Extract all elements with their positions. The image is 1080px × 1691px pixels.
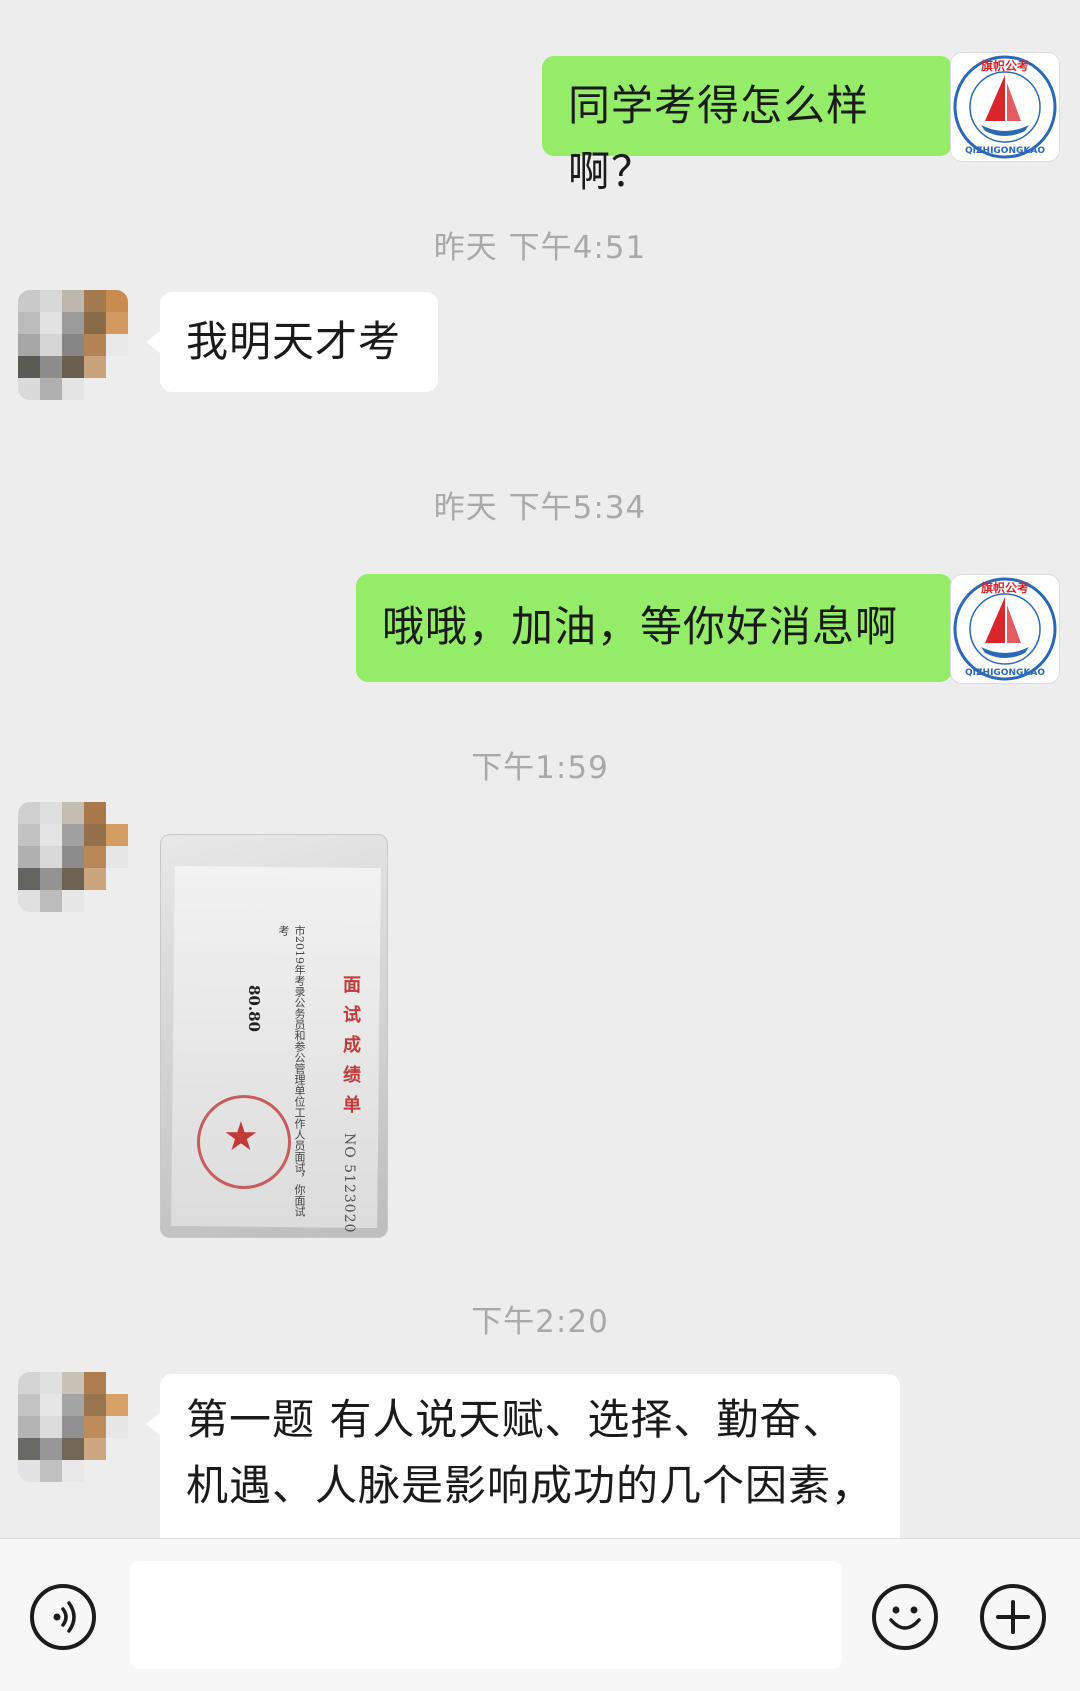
timestamp: 昨天 下午5:34	[433, 490, 647, 526]
chat-area[interactable]: 同学考得怎么样啊？ 旗帜公考 QIZHIGONGKAO 昨天 下午4:51 我明…	[0, 0, 1080, 1538]
message-row-other: 面试成绩单 NO 5123020 市2019年考录公务员和参公管理单位工作人员面…	[0, 802, 1080, 1238]
qizhi-logo-icon: 旗帜公考 QIZHIGONGKAO	[953, 55, 1057, 159]
message-bubble-self[interactable]: 同学考得怎么样啊？	[542, 56, 966, 196]
timestamp: 昨天 下午4:51	[433, 230, 647, 266]
message-text: 我明天才考	[186, 317, 402, 366]
score-sheet-score: 80.80	[245, 985, 263, 1032]
qizhi-logo-icon: 旗帜公考 QIZHIGONGKAO	[953, 577, 1057, 681]
self-avatar[interactable]: 旗帜公考 QIZHIGONGKAO	[950, 574, 1060, 684]
emoji-icon	[889, 1606, 921, 1630]
contact-avatar[interactable]	[18, 802, 128, 912]
message-bubble-other[interactable]: 第一题 有人说天赋、选择、勤奋、 机遇、人脉是影响成功的几个因素，	[146, 1374, 900, 1538]
message-text-line: 第一题 有人说天赋、选择、勤奋、	[186, 1395, 846, 1444]
message-bubble-self[interactable]: 哦哦，加油，等你好消息啊	[356, 574, 966, 682]
plus-icon	[996, 1600, 1030, 1634]
pixelated-avatar-image	[18, 1372, 128, 1482]
message-row-self: 哦哦，加油，等你好消息啊 旗帜公考 QIZHIGONGKAO	[0, 574, 1080, 689]
logo-top-text: 旗帜公考	[981, 580, 1029, 595]
contact-avatar[interactable]	[18, 290, 128, 400]
emoji-button[interactable]	[872, 1584, 938, 1650]
input-toolbar	[0, 1538, 1080, 1691]
message-text-line: 机遇、人脉是影响成功的几个因素，	[186, 1461, 875, 1510]
message-row-other: 我明天才考	[0, 290, 1080, 410]
pixelated-avatar-image	[18, 802, 128, 912]
logo-top-text: 旗帜公考	[981, 58, 1029, 73]
seal-star-icon: ★	[223, 1114, 259, 1160]
score-sheet-title: 面试成绩单	[340, 975, 361, 1125]
more-plus-button[interactable]	[980, 1584, 1046, 1650]
self-avatar[interactable]: 旗帜公考 QIZHIGONGKAO	[950, 52, 1060, 162]
logo-bottom-text: QIZHIGONGKAO	[965, 146, 1045, 156]
voice-button[interactable]	[30, 1584, 96, 1650]
timestamp: 下午1:59	[471, 750, 609, 786]
message-bubble-other[interactable]: 我明天才考	[146, 292, 438, 392]
score-sheet-number: NO 5123020	[341, 1133, 357, 1234]
message-text: 哦哦，加油，等你好消息啊	[382, 602, 899, 651]
logo-bottom-text: QIZHIGONGKAO	[965, 668, 1045, 678]
contact-avatar[interactable]	[18, 1372, 128, 1482]
message-text: 同学考得怎么样啊？	[568, 81, 870, 196]
pixelated-avatar-image	[18, 290, 128, 400]
message-row-other: 第一题 有人说天赋、选择、勤奋、 机遇、人脉是影响成功的几个因素，	[0, 1372, 1080, 1538]
voice-icon	[53, 1601, 76, 1633]
photo-message-score-sheet[interactable]: 面试成绩单 NO 5123020 市2019年考录公务员和参公管理单位工作人员面…	[160, 834, 388, 1238]
message-row-self: 同学考得怎么样啊？ 旗帜公考 QIZHIGONGKAO	[0, 52, 1080, 196]
timestamp: 下午2:20	[471, 1304, 609, 1340]
score-sheet-body-line: 市2019年考录公务员和参公管理单位工作人员面试，你面试考	[277, 925, 306, 1217]
message-input[interactable]	[130, 1561, 842, 1669]
